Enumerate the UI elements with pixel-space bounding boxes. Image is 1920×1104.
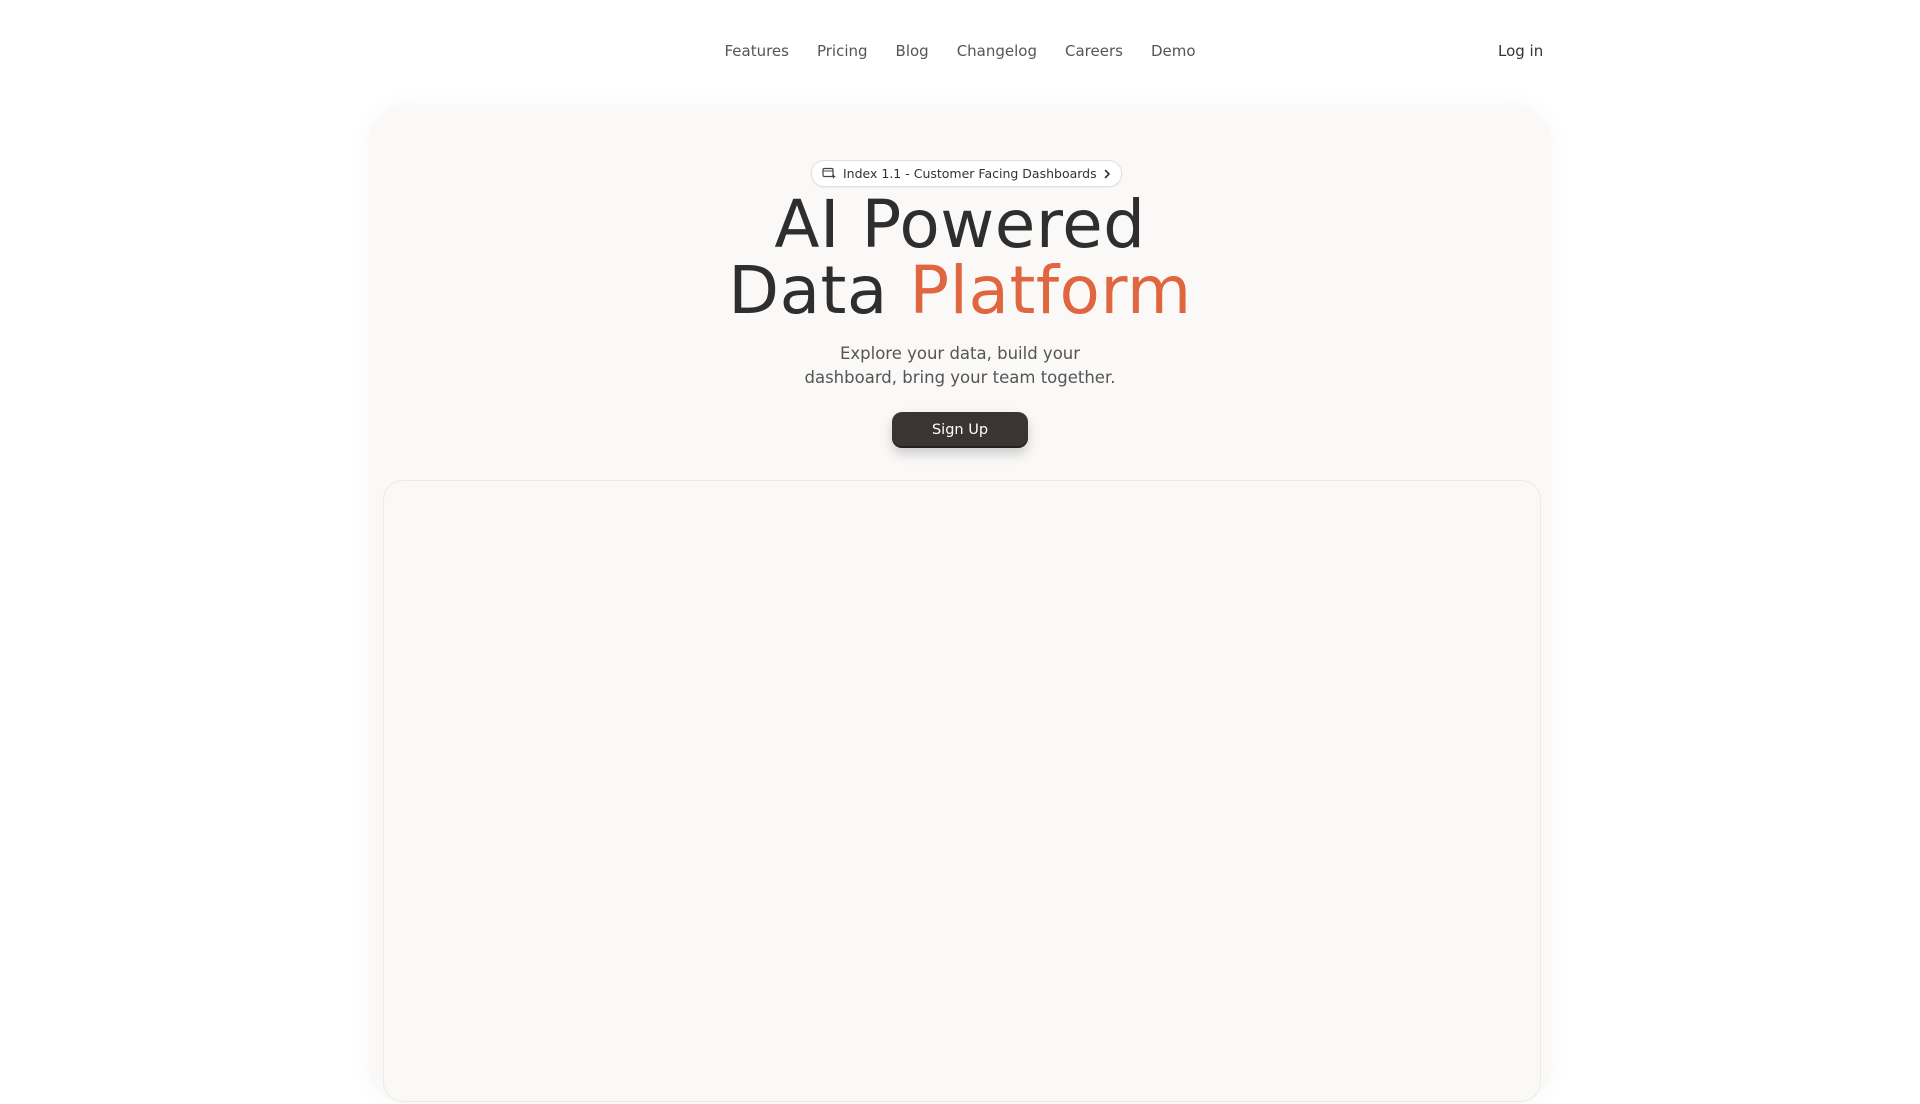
headline-word-platform: Platform	[909, 252, 1192, 329]
nav-link-blog[interactable]: Blog	[896, 42, 929, 60]
chevron-right-icon	[1103, 169, 1111, 179]
nav-link-features[interactable]: Features	[724, 42, 789, 60]
top-navigation: Features Pricing Blog Changelog Careers …	[0, 0, 1920, 104]
login-link[interactable]: Log in	[1498, 42, 1543, 60]
announcement-badge[interactable]: Index 1.1 - Customer Facing Dashboards	[811, 160, 1122, 187]
product-preview-panel	[383, 480, 1541, 1102]
subtitle-line-2: dashboard, bring your team together.	[804, 368, 1116, 387]
signup-button[interactable]: Sign Up	[892, 412, 1028, 448]
badge-text: Index 1.1 - Customer Facing Dashboards	[843, 166, 1097, 181]
subtitle-line-1: Explore your data, build your	[839, 344, 1081, 363]
headline-word-data: Data	[728, 252, 888, 329]
dashboard-sparkle-icon	[822, 167, 837, 180]
nav-link-changelog[interactable]: Changelog	[957, 42, 1037, 60]
hero-headline: AI Powered Data Platform	[368, 192, 1552, 324]
nav-link-pricing[interactable]: Pricing	[817, 42, 868, 60]
nav-link-careers[interactable]: Careers	[1065, 42, 1123, 60]
headline-line-2: Data Platform	[368, 258, 1552, 324]
nav-link-demo[interactable]: Demo	[1151, 42, 1196, 60]
hero-subtitle: Explore your data, build your dashboard,…	[368, 342, 1552, 390]
headline-line-1: AI Powered	[774, 186, 1146, 263]
nav-links: Features Pricing Blog Changelog Careers …	[0, 42, 1920, 60]
hero-section: Index 1.1 - Customer Facing Dashboards A…	[368, 104, 1552, 1104]
